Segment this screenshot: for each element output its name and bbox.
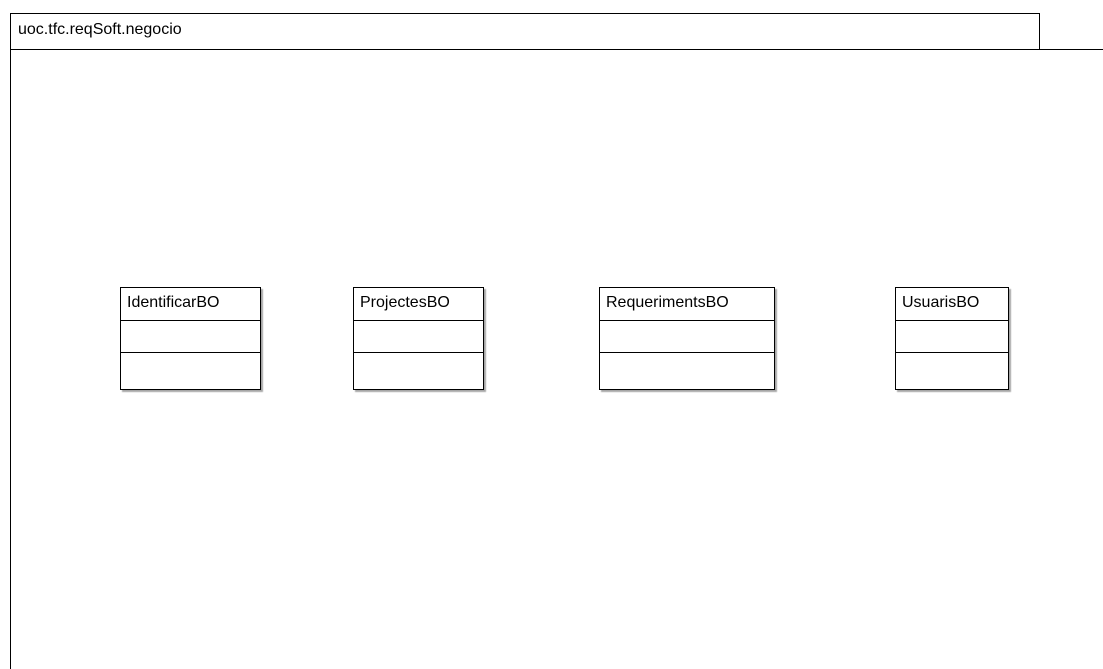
class-name: ProjectesBO: [354, 288, 483, 321]
class-box-usuarisbo[interactable]: UsuarisBO: [895, 287, 1009, 390]
class-box-identificarbo[interactable]: IdentificarBO: [120, 287, 261, 390]
class-attributes-compartment: [600, 321, 774, 353]
package-tab: uoc.tfc.reqSoft.negocio: [10, 13, 1040, 49]
class-attributes-compartment: [121, 321, 260, 353]
package-name: uoc.tfc.reqSoft.negocio: [18, 21, 182, 38]
class-attributes-compartment: [354, 321, 483, 353]
class-name: IdentificarBO: [121, 288, 260, 321]
class-operations-compartment: [600, 353, 774, 388]
class-name: RequerimentsBO: [600, 288, 774, 321]
class-box-projectesbo[interactable]: ProjectesBO: [353, 287, 484, 390]
class-name: UsuarisBO: [896, 288, 1008, 321]
class-operations-compartment: [354, 353, 483, 388]
class-operations-compartment: [896, 353, 1008, 388]
class-operations-compartment: [121, 353, 260, 388]
class-box-requerimentsbo[interactable]: RequerimentsBO: [599, 287, 775, 390]
class-attributes-compartment: [896, 321, 1008, 353]
